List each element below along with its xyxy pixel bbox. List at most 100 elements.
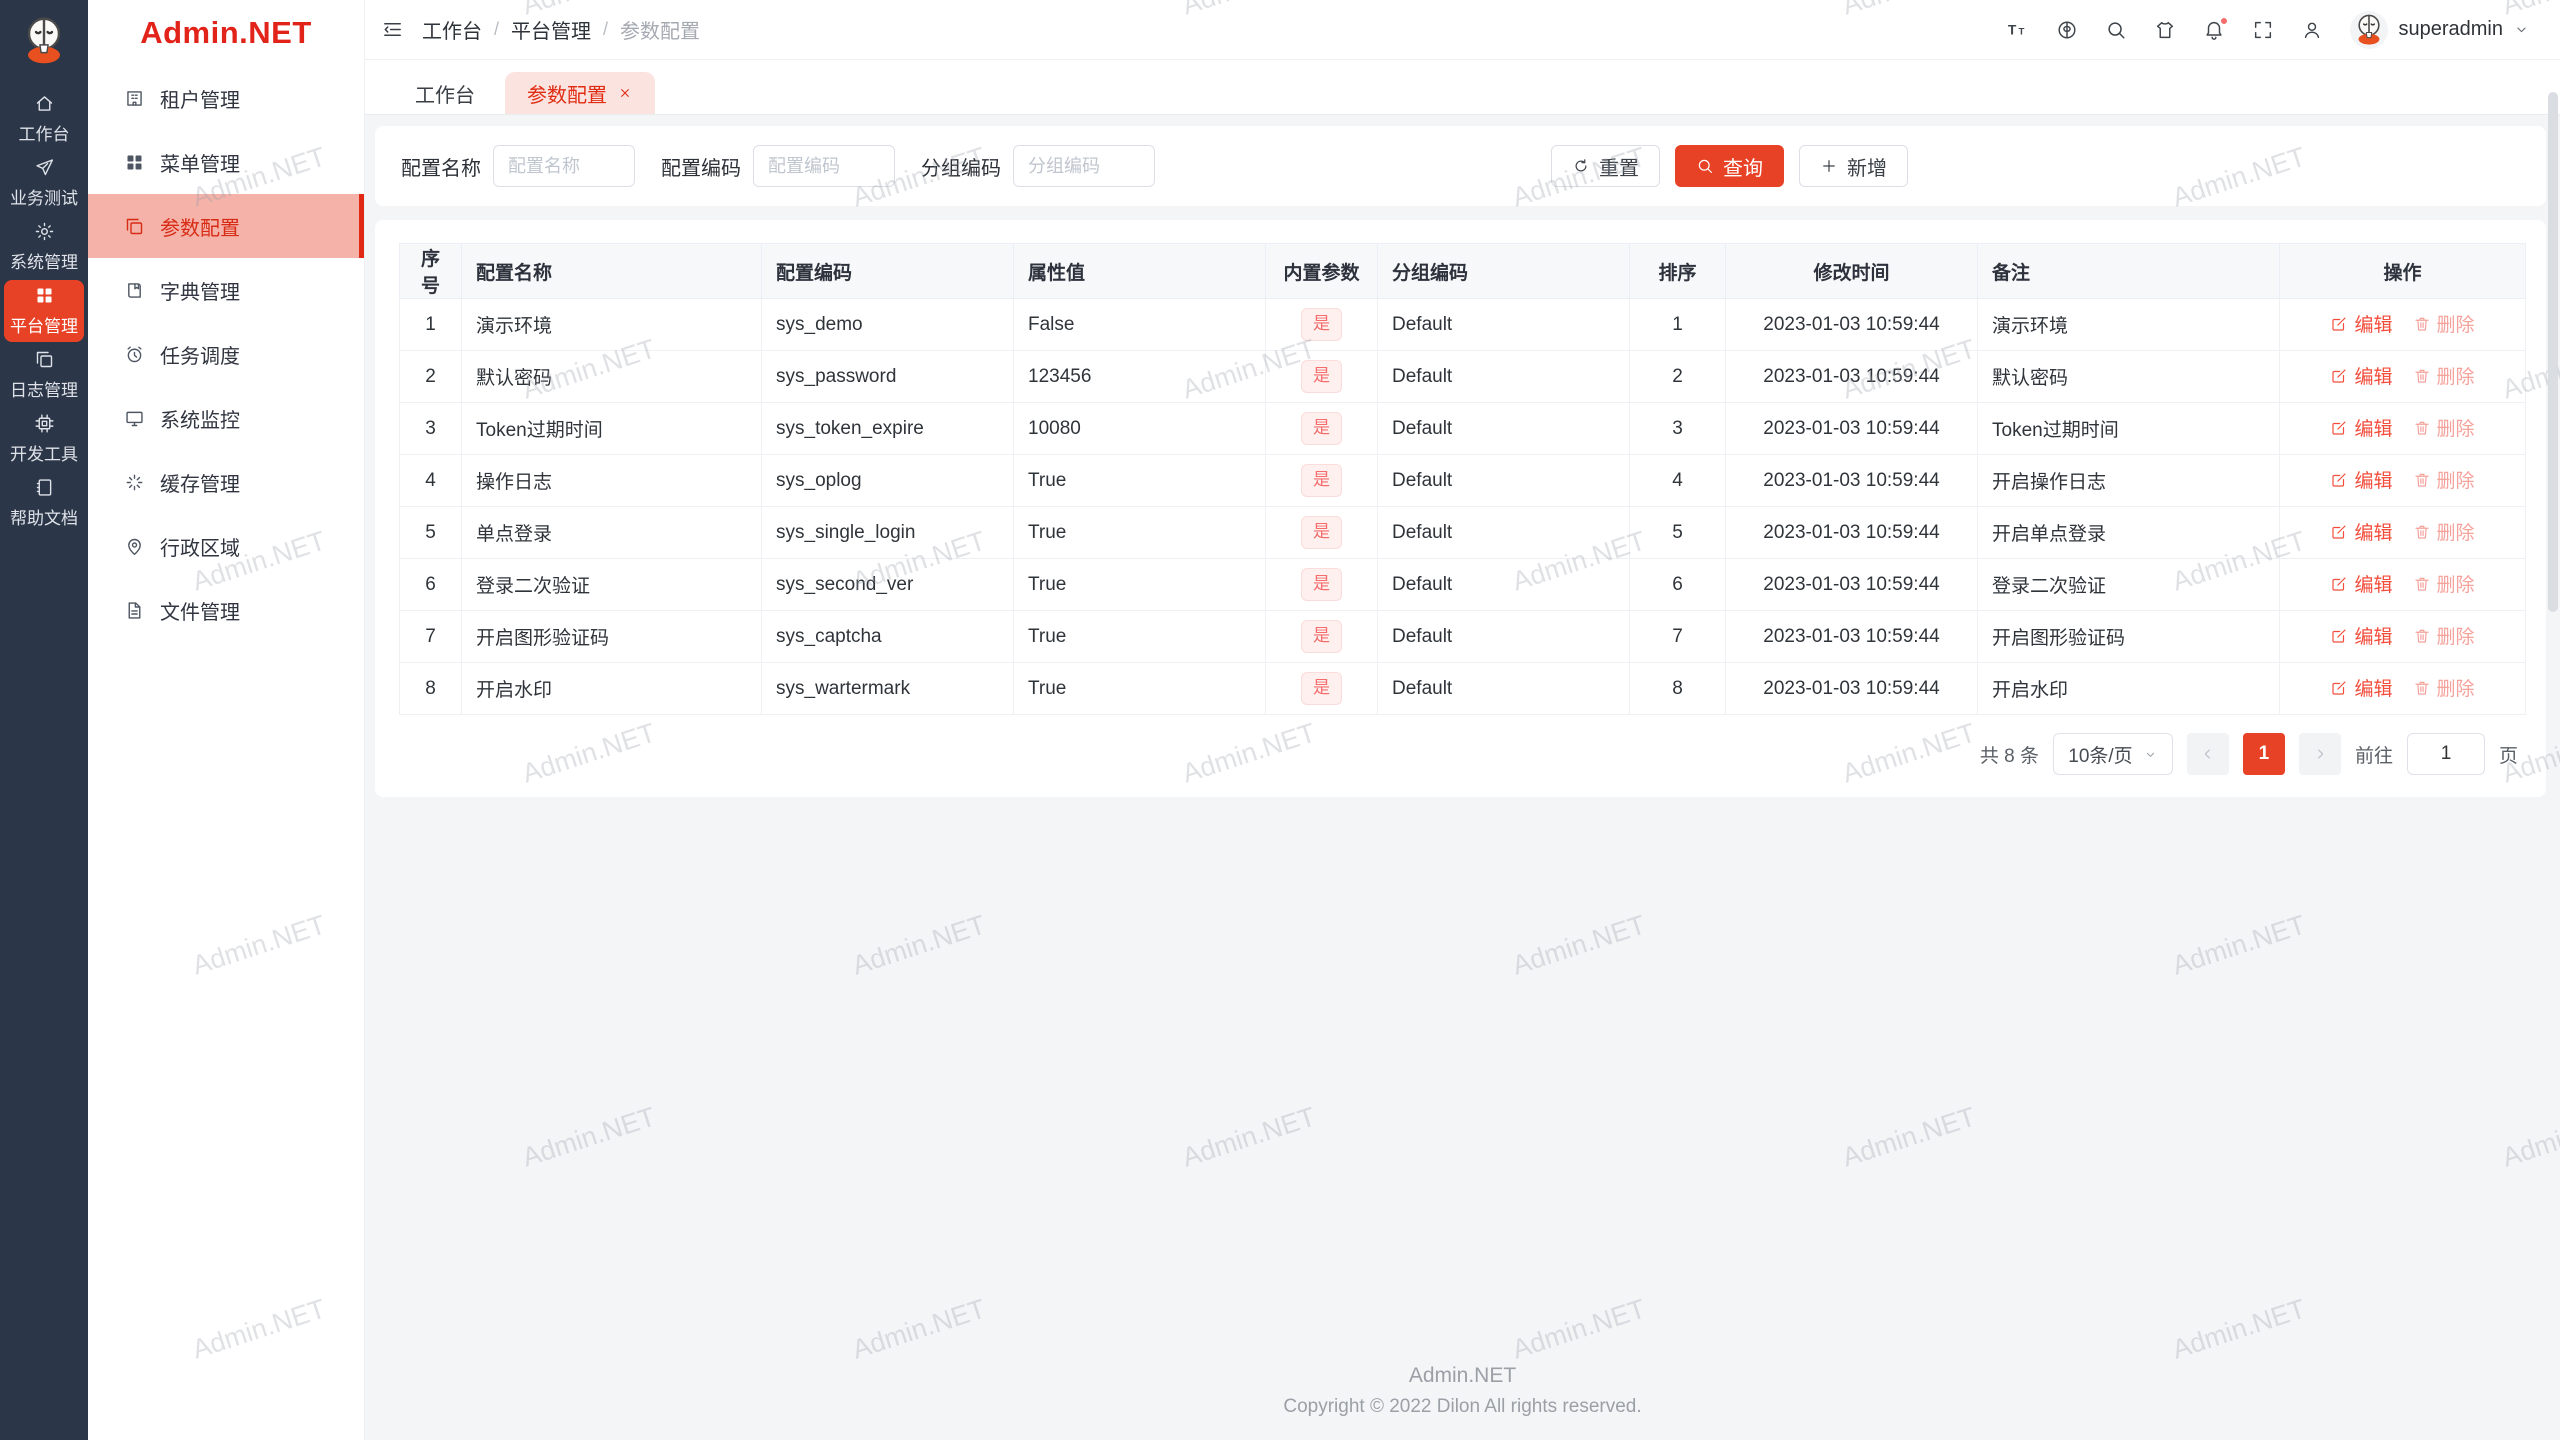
- cell-group: Default: [1377, 610, 1630, 663]
- location-icon: [124, 536, 145, 557]
- cell-name: 单点登录: [461, 506, 762, 559]
- cell-builtin: 是: [1265, 350, 1378, 403]
- delete-button[interactable]: 删除: [2413, 310, 2475, 337]
- delete-button[interactable]: 删除: [2413, 570, 2475, 597]
- rail-item-grid[interactable]: 平台管理: [4, 280, 84, 342]
- rail-item-notebook[interactable]: 帮助文档: [4, 472, 84, 534]
- cell-code: sys_second_ver: [761, 558, 1014, 611]
- avatar-mascot-icon: [2350, 11, 2388, 49]
- edit-button[interactable]: 编辑: [2330, 622, 2393, 649]
- theme-skin-icon[interactable]: [2154, 19, 2176, 41]
- breadcrumb-workbench[interactable]: 工作台: [422, 15, 482, 44]
- add-button[interactable]: 新增: [1799, 145, 1908, 187]
- gear-icon: [34, 221, 55, 242]
- rail-item-label: 业务测试: [10, 189, 78, 208]
- sidebar-item-file[interactable]: 文件管理: [88, 578, 364, 642]
- table-row: 3 Token过期时间 sys_token_expire 10080 是 Default 3…: [399, 402, 2526, 455]
- cell-name: 登录二次验证: [461, 558, 762, 611]
- edit-button[interactable]: 编辑: [2330, 674, 2393, 701]
- sidebar-item-dict[interactable]: 字典管理: [88, 258, 364, 322]
- edit-button[interactable]: 编辑: [2330, 466, 2393, 493]
- collapse-menu-icon[interactable]: [381, 18, 404, 41]
- rail-item-gear[interactable]: 系统管理: [4, 216, 84, 278]
- sidebar-item-building[interactable]: 租户管理: [88, 66, 364, 130]
- delete-button[interactable]: 删除: [2413, 362, 2475, 389]
- goto-page-input[interactable]: [2406, 733, 2485, 775]
- page-unit-label: 页: [2498, 745, 2518, 767]
- user-outline-icon[interactable]: [2301, 19, 2323, 41]
- current-page-button[interactable]: 1: [2242, 733, 2285, 775]
- language-icon[interactable]: [2056, 19, 2078, 41]
- config-code-input[interactable]: [753, 145, 895, 187]
- search-button[interactable]: 查询: [1675, 145, 1784, 187]
- delete-button[interactable]: 删除: [2413, 518, 2475, 545]
- cell-sort: 3: [1629, 402, 1726, 455]
- rail-item-home[interactable]: 工作台: [4, 88, 84, 150]
- font-size-icon[interactable]: TT: [2007, 19, 2029, 41]
- delete-button[interactable]: 删除: [2413, 414, 2475, 441]
- search-icon: [1696, 157, 1714, 175]
- group-code-input[interactable]: [1013, 145, 1155, 187]
- edit-button[interactable]: 编辑: [2330, 310, 2393, 337]
- edit-button[interactable]: 编辑: [2330, 414, 2393, 441]
- cell-code: sys_wartermark: [761, 662, 1014, 715]
- rail-item-label: 平台管理: [10, 317, 78, 336]
- cell-remark: Token过期时间: [1977, 402, 2280, 455]
- column-header: 配置名称: [461, 243, 762, 299]
- cell-builtin: 是: [1265, 558, 1378, 611]
- fullscreen-icon[interactable]: [2252, 19, 2274, 41]
- cell-code: sys_single_login: [761, 506, 1014, 559]
- scrollbar-thumb[interactable]: [2548, 92, 2558, 612]
- sidebar-item-copy[interactable]: 参数配置: [88, 194, 364, 258]
- notification-bell-icon[interactable]: [2203, 15, 2230, 41]
- cell-sort: 6: [1629, 558, 1726, 611]
- search-icon[interactable]: [2105, 19, 2127, 41]
- shirt-glyph: [2154, 19, 2176, 41]
- cpu-icon: [34, 413, 55, 434]
- avatar: [2350, 10, 2389, 49]
- rail-item-cpu[interactable]: 开发工具: [4, 408, 84, 470]
- delete-button[interactable]: 删除: [2413, 674, 2475, 701]
- prev-page-button[interactable]: [2186, 733, 2229, 775]
- sidebar-item-label: 缓存管理: [160, 473, 240, 496]
- tab-close-icon[interactable]: [617, 85, 633, 101]
- sidebar-item-cache[interactable]: 缓存管理: [88, 450, 364, 514]
- cell-name: 开启图形验证码: [461, 610, 762, 663]
- next-page-button[interactable]: [2298, 733, 2341, 775]
- sidebar-item-location[interactable]: 行政区域: [88, 514, 364, 578]
- user-menu[interactable]: superadmin: [2350, 10, 2530, 49]
- edit-button[interactable]: 编辑: [2330, 570, 2393, 597]
- sidebar-item-monitor[interactable]: 系统监控: [88, 386, 364, 450]
- cell-sort: 5: [1629, 506, 1726, 559]
- breadcrumb-platform[interactable]: 平台管理: [511, 15, 591, 44]
- cell-code: sys_token_expire: [761, 402, 1014, 455]
- edit-button[interactable]: 编辑: [2330, 362, 2393, 389]
- rail-item-copy[interactable]: 日志管理: [4, 344, 84, 406]
- delete-button[interactable]: 删除: [2413, 466, 2475, 493]
- tab-workbench[interactable]: 工作台: [393, 72, 497, 114]
- rail-item-label: 系统管理: [10, 253, 78, 272]
- sidebar-item-grid[interactable]: 菜单管理: [88, 130, 364, 194]
- home-icon: [34, 93, 55, 114]
- config-name-input[interactable]: [493, 145, 635, 187]
- page-size-select[interactable]: 10条/页: [2052, 733, 2173, 775]
- table-row: 1 演示环境 sys_demo False 是 Default 1 2023-01-03 10…: [399, 298, 2526, 351]
- sidebar-item-label: 行政区域: [160, 537, 240, 560]
- sidebar-item-clock[interactable]: 任务调度: [88, 322, 364, 386]
- edit-button[interactable]: 编辑: [2330, 518, 2393, 545]
- cell-index: 3: [399, 402, 462, 455]
- cell-time: 2023-01-03 10:59:44: [1725, 610, 1978, 663]
- column-header: 序号: [399, 243, 462, 299]
- chevron-right-icon: [2312, 746, 2328, 762]
- builtin-badge: 是: [1301, 464, 1342, 497]
- app-mascot-logo[interactable]: [15, 12, 73, 70]
- rail-item-send[interactable]: 业务测试: [4, 152, 84, 214]
- tab-label: 参数配置: [527, 84, 607, 107]
- cell-sort: 4: [1629, 454, 1726, 507]
- tab-param-config[interactable]: 参数配置: [505, 72, 655, 114]
- sidebar-item-label: 参数配置: [160, 217, 240, 240]
- table-row: 8 开启水印 sys_wartermark True 是 Default 8 2023-01-…: [399, 662, 2526, 715]
- reset-button[interactable]: 重置: [1551, 145, 1660, 187]
- delete-button[interactable]: 删除: [2413, 622, 2475, 649]
- scrollbar[interactable]: [2548, 62, 2558, 1440]
